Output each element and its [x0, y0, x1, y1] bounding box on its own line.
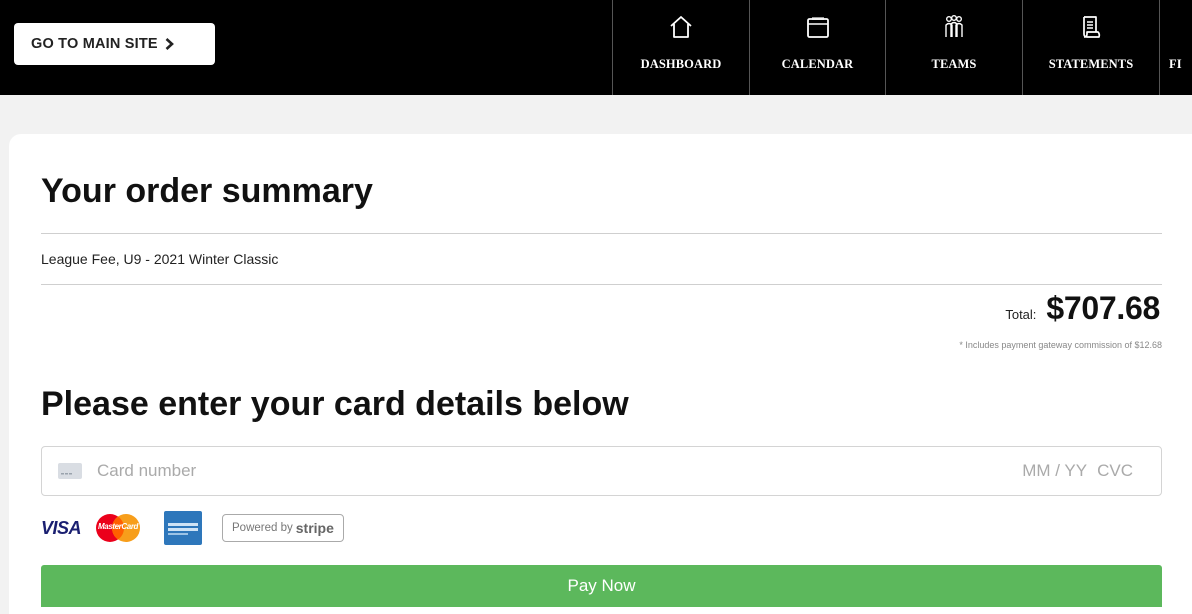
home-icon: [668, 14, 694, 40]
divider: [41, 284, 1162, 285]
top-navigation-bar: GO TO MAIN SITE DASHBOARD CALENDAR TEAMS: [0, 0, 1192, 95]
nav-label-teams: TEAMS: [931, 57, 977, 71]
nav-label-calendar: CALENDAR: [781, 57, 854, 71]
divider: [41, 233, 1162, 234]
go-to-main-site-label: GO TO MAIN SITE: [31, 36, 158, 52]
visa-logo: VISA: [41, 517, 82, 538]
nav-item-dashboard[interactable]: DASHBOARD: [612, 0, 749, 95]
pay-now-button[interactable]: Pay Now: [41, 565, 1162, 607]
stripe-badge-prefix: Powered by: [232, 522, 293, 534]
teams-icon: [941, 14, 967, 40]
stripe-badge-brand: stripe: [295, 520, 334, 536]
mastercard-text: MasterCard: [98, 522, 139, 531]
nav-item-fi[interactable]: FI: [1159, 0, 1192, 95]
card-input-field[interactable]: MM / YY CVC: [41, 446, 1162, 496]
statement-icon: [1078, 14, 1104, 40]
nav-item-statements[interactable]: STATEMENTS: [1022, 0, 1159, 95]
nav-label-statements: STATEMENTS: [1048, 57, 1134, 71]
commission-note: * Includes payment gateway commission of…: [959, 340, 1162, 350]
total-amount: $707.68: [1046, 290, 1160, 326]
payment-logos: VISA MasterCard Powered by stripe: [41, 511, 344, 545]
order-line-item: League Fee, U9 - 2021 Winter Classic: [41, 251, 279, 267]
card-details-title: Please enter your card details below: [41, 385, 629, 423]
powered-by-stripe-badge[interactable]: Powered by stripe: [222, 514, 344, 542]
total-label: Total:: [1005, 307, 1037, 322]
mastercard-logo: MasterCard: [94, 513, 142, 543]
nav-item-calendar[interactable]: CALENDAR: [749, 0, 885, 95]
main-nav: DASHBOARD CALENDAR TEAMS STATEMENTS FI: [612, 0, 1192, 95]
cvc-input[interactable]: CVC: [1097, 461, 1133, 481]
order-summary-title: Your order summary: [41, 172, 373, 210]
expiry-input[interactable]: MM / YY: [1022, 461, 1087, 481]
card-number-input[interactable]: [95, 460, 1023, 482]
nav-label-dashboard: DASHBOARD: [640, 57, 722, 71]
nav-item-teams[interactable]: TEAMS: [885, 0, 1022, 95]
amex-logo: [164, 511, 203, 545]
go-to-main-site-button[interactable]: GO TO MAIN SITE: [14, 23, 215, 65]
order-total: Total: $707.68: [1005, 290, 1160, 327]
calendar-icon: [805, 14, 831, 40]
nav-label-fi: FI: [1169, 57, 1182, 71]
credit-card-icon: [58, 463, 82, 479]
chevron-right-icon: [165, 38, 174, 50]
